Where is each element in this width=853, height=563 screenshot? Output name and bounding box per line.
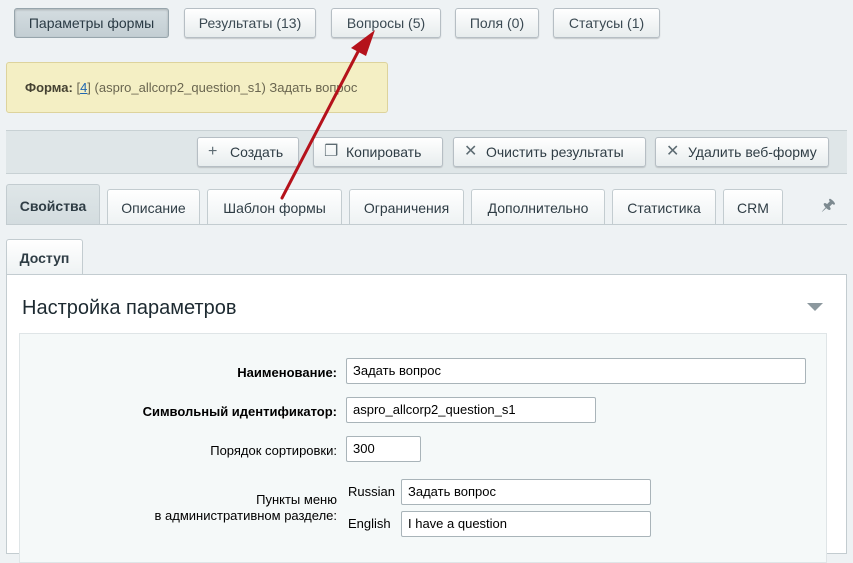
clear-results-button[interactable]: ✕ Очистить результаты <box>453 137 646 167</box>
form-info-text: (aspro_allcorp2_question_s1) Задать вопр… <box>90 80 358 95</box>
lang-russian-label: Russian <box>348 484 395 499</box>
property-tabs: Свойства Описание Шаблон формы Ограничен… <box>6 184 847 225</box>
tab-divider <box>6 224 847 225</box>
tab-statistics[interactable]: Статистика <box>612 189 716 224</box>
lang-english-label: English <box>348 516 391 531</box>
delete-webform-button-label: Удалить веб-форму <box>688 144 817 160</box>
params-form: Наименование: Задать вопрос Символьный и… <box>19 333 827 563</box>
collapse-arrow-icon[interactable] <box>807 303 823 311</box>
menu-label-line1: Пункты меню <box>256 492 337 507</box>
code-field[interactable]: aspro_allcorp2_question_s1 <box>346 397 596 423</box>
name-label: Наименование: <box>237 365 337 380</box>
tab-form-template[interactable]: Шаблон формы <box>207 189 342 224</box>
form-info-prefix: Форма: <box>25 80 73 95</box>
tab-fields[interactable]: Поля (0) <box>455 8 539 38</box>
menu-ru-field[interactable]: Задать вопрос <box>401 479 651 505</box>
tab-properties[interactable]: Свойства <box>6 184 100 225</box>
create-button[interactable]: + Создать <box>197 137 299 167</box>
delete-webform-button[interactable]: ✕ Удалить веб-форму <box>655 137 829 167</box>
tab-questions[interactable]: Вопросы (5) <box>331 8 441 38</box>
code-label: Символьный идентификатор: <box>142 404 337 419</box>
tab-statuses[interactable]: Статусы (1) <box>553 8 660 38</box>
copy-button-label: Копировать <box>346 144 422 160</box>
tab-additional[interactable]: Дополнительно <box>471 189 605 224</box>
pin-icon[interactable]: 🖈 <box>821 194 836 221</box>
copy-icon: ❐ <box>324 143 339 160</box>
create-button-label: Создать <box>230 144 284 160</box>
form-top-tabs: Параметры формы Результаты (13) Вопросы … <box>0 0 853 50</box>
clear-results-button-label: Очистить результаты <box>486 144 624 160</box>
menu-label-line2: в административном разделе: <box>154 508 337 523</box>
plus-icon: + <box>208 143 218 160</box>
tab-crm[interactable]: CRM <box>723 189 783 224</box>
section-title: Настройка параметров <box>22 297 237 319</box>
close-icon: ✕ <box>464 143 478 160</box>
tab-restrictions[interactable]: Ограничения <box>349 189 464 224</box>
tab-description[interactable]: Описание <box>107 189 200 224</box>
menu-en-field[interactable]: I have a question <box>401 511 651 537</box>
tab-results[interactable]: Результаты (13) <box>184 8 316 38</box>
tab-access[interactable]: Доступ <box>6 239 83 275</box>
tab-form-params[interactable]: Параметры формы <box>14 8 169 38</box>
name-field[interactable]: Задать вопрос <box>346 358 806 384</box>
settings-panel: Настройка параметров Наименование: Задат… <box>6 274 847 563</box>
sort-field[interactable]: 300 <box>346 436 421 462</box>
copy-button[interactable]: ❐ Копировать <box>313 137 443 167</box>
action-toolbar: + Создать ❐ Копировать ✕ Очистить резуль… <box>6 130 847 174</box>
form-info-box: Форма: [4] (aspro_allcorp2_question_s1) … <box>6 62 388 113</box>
close-icon: ✕ <box>666 143 680 160</box>
sort-label: Порядок сортировки: <box>210 443 337 458</box>
